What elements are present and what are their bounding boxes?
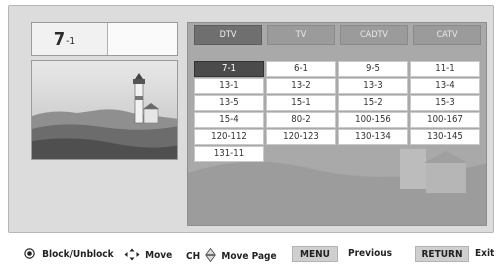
channel-minor: -1 — [66, 35, 76, 47]
channel-cell[interactable]: 7-1 — [194, 61, 264, 77]
channel-cell[interactable]: 13-3 — [338, 78, 408, 94]
channel-cell[interactable]: 9-5 — [338, 61, 408, 77]
channel-cell[interactable]: 80-2 — [266, 112, 336, 128]
channel-cell[interactable]: 15-3 — [410, 95, 480, 111]
channel-cell[interactable]: 131-11 — [194, 146, 264, 162]
tab-0[interactable]: DTV — [194, 25, 262, 45]
tab-2[interactable]: CADTV — [340, 25, 408, 45]
channel-cell[interactable]: 13-2 — [266, 78, 336, 94]
up-down-diamond-icon — [205, 247, 217, 263]
move-label: Move — [145, 250, 173, 261]
channel-cell[interactable]: 100-167 — [410, 112, 480, 128]
exit-label: Exit — [475, 248, 495, 259]
channel-cell[interactable]: 120-112 — [194, 129, 264, 145]
channel-cell[interactable]: 13-4 — [410, 78, 480, 94]
channel-cell[interactable]: 120-123 — [266, 129, 336, 145]
current-channel-box: 7 -1 — [31, 22, 178, 56]
channel-cell[interactable]: 100-156 — [338, 112, 408, 128]
channel-cell[interactable]: 15-1 — [266, 95, 336, 111]
move-page-label: Move Page — [221, 251, 277, 262]
lighthouse-image — [32, 61, 177, 159]
tab-3[interactable]: CATV — [413, 25, 481, 45]
enter-button-icon — [24, 248, 35, 259]
channel-name-field — [108, 23, 177, 55]
channel-cell[interactable]: 130-134 — [338, 129, 408, 145]
channel-list-panel: DTV TV CADTV CATV 7-1 6-1 9-5 11-1 13-1 13-2 13-3… — [187, 22, 487, 226]
channel-cell[interactable]: 15-2 — [338, 95, 408, 111]
four-way-arrows-icon — [124, 248, 140, 261]
help-bar: Block/Unblock Move CH Move Page MENU Pre… — [0, 244, 500, 266]
channel-major: 7 — [53, 28, 66, 50]
channel-cell[interactable]: 13-5 — [194, 95, 264, 111]
channel-cell[interactable]: 6-1 — [266, 61, 336, 77]
channel-cell[interactable]: 11-1 — [410, 61, 480, 77]
source-tabs: DTV TV CADTV CATV — [188, 25, 486, 47]
return-key[interactable]: RETURN — [415, 246, 469, 262]
tab-1[interactable]: TV — [267, 25, 335, 45]
channel-cell[interactable]: 15-4 — [194, 112, 264, 128]
ch-label: CH — [186, 251, 201, 262]
channel-cell[interactable]: 13-1 — [194, 78, 264, 94]
channel-list-screen: 7 -1 DTV TV CADTV CATV 7-1 6-1 9-5 11-1 … — [8, 5, 494, 233]
current-channel-number: 7 -1 — [32, 23, 108, 55]
move-page-hint: CH Move Page — [186, 247, 277, 263]
channel-preview — [31, 60, 178, 160]
block-unblock-label: Block/Unblock — [42, 249, 114, 260]
menu-key[interactable]: MENU — [292, 246, 338, 262]
move-hint: Move — [124, 248, 172, 261]
previous-label: Previous — [348, 248, 393, 259]
channel-cell[interactable]: 130-145 — [410, 129, 480, 145]
block-unblock-hint: Block/Unblock — [24, 248, 114, 260]
